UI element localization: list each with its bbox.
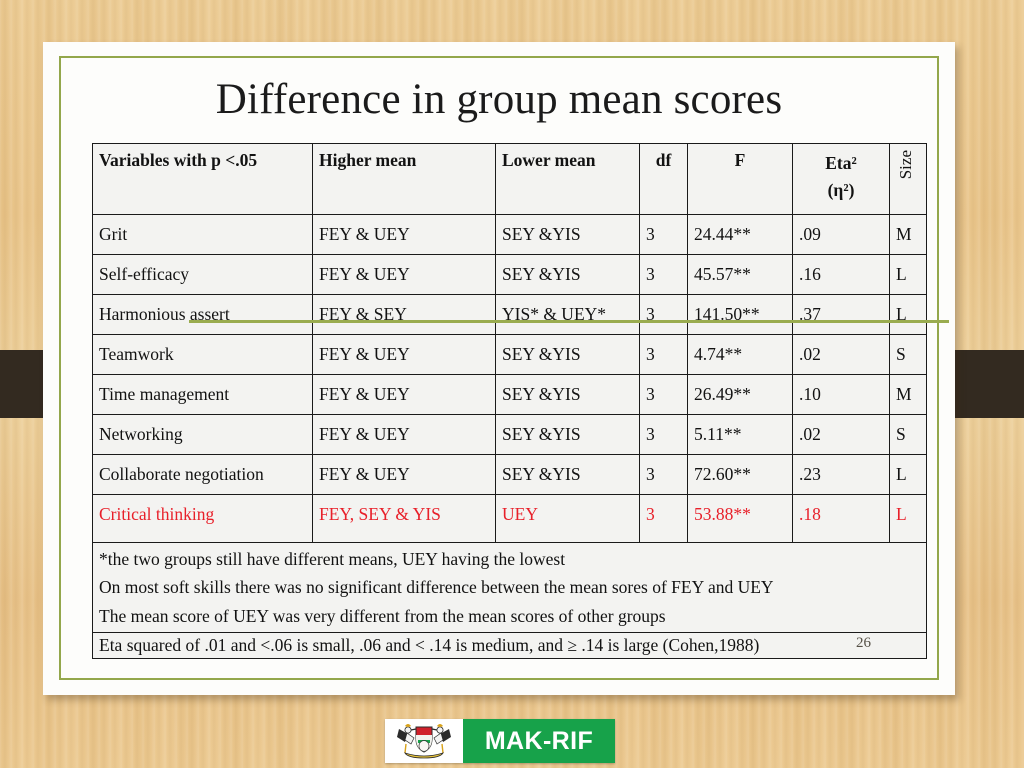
cell-size: M	[889, 214, 927, 255]
note-line: The mean score of UEY was very different…	[99, 605, 666, 626]
cell-eta: .23	[792, 454, 890, 495]
cell-df: 3	[639, 374, 688, 415]
score-table-container: Variables with p <.05 Higher mean Lower …	[92, 143, 949, 660]
cell-higher-mean: FEY & UEY	[312, 254, 496, 295]
cell-size: L	[889, 294, 927, 335]
cell-higher-mean: FEY & SEY	[312, 294, 496, 335]
cell-eta: .18	[792, 494, 890, 543]
note-line: *the two groups still have different mea…	[99, 549, 566, 569]
table-header: Variables with p <.05 Higher mean Lower …	[92, 143, 927, 215]
column-header-variables: Variables with p <.05	[92, 143, 313, 215]
table-row: Collaborate negotiation FEY & UEY SEY &YIS…	[92, 454, 927, 495]
cell-f: 24.44**	[687, 214, 793, 255]
column-header-eta-squared: Eta² (η²)	[792, 143, 890, 215]
table-row: Grit FEY & UEY SEY &YIS 3 24.44** .09 M	[92, 214, 927, 255]
column-header-size: Size	[889, 143, 927, 215]
column-header-f: F	[687, 143, 793, 215]
cell-f: 72.60**	[687, 454, 793, 495]
column-header-higher-mean: Higher mean	[312, 143, 496, 215]
cell-variable: Critical thinking	[92, 494, 313, 543]
cell-lower-mean: SEY &YIS	[495, 334, 640, 375]
cell-eta: .02	[792, 334, 890, 375]
cell-f: 5.11**	[687, 414, 793, 455]
table-notes: *the two groups still have different mea…	[92, 541, 927, 634]
table-footnote: Eta squared of .01 and <.06 is small, .0…	[92, 632, 927, 660]
eta-label-line1: Eta²	[825, 153, 857, 173]
eta-label-line2: (η²)	[827, 180, 855, 201]
cell-lower-mean: UEY	[495, 494, 640, 543]
cell-size: L	[889, 494, 927, 543]
group-mean-scores-table: Variables with p <.05 Higher mean Lower …	[92, 143, 927, 660]
cell-higher-mean: FEY & UEY	[312, 454, 496, 495]
cell-size: S	[889, 334, 927, 375]
size-label-rotated: Size	[896, 150, 915, 180]
table-row: Networking FEY & UEY SEY &YIS 3 5.11** .02 S	[92, 414, 927, 455]
makerere-crest-icon	[385, 719, 463, 763]
cell-variable: Time management	[92, 374, 313, 415]
cell-eta: .16	[792, 254, 890, 295]
cell-lower-mean: YIS* & UEY*	[495, 294, 640, 335]
cell-df: 3	[639, 214, 688, 255]
makrif-logo-bar: MAK-RIF	[385, 719, 615, 763]
slide-card: Difference in group mean scores Variable…	[43, 42, 955, 695]
cell-eta: .37	[792, 294, 890, 335]
slide-inner-border: Difference in group mean scores Variable…	[59, 56, 949, 680]
column-header-df: df	[639, 143, 688, 215]
cell-eta: .09	[792, 214, 890, 255]
cell-size: L	[889, 254, 927, 295]
table-row: Teamwork FEY & UEY SEY &YIS 3 4.74** .02 S	[92, 334, 927, 375]
cell-size: L	[889, 454, 927, 495]
cell-size: S	[889, 414, 927, 455]
cell-lower-mean: SEY &YIS	[495, 254, 640, 295]
cell-df: 3	[639, 334, 688, 375]
cell-f: 45.57**	[687, 254, 793, 295]
cell-lower-mean: SEY &YIS	[495, 454, 640, 495]
cell-f: 26.49**	[687, 374, 793, 415]
cell-lower-mean: SEY &YIS	[495, 214, 640, 255]
page-title: Difference in group mean scores	[215, 76, 783, 123]
cell-higher-mean: FEY & UEY	[312, 414, 496, 455]
cell-eta: .02	[792, 414, 890, 455]
table-notes-row: *the two groups still have different mea…	[92, 541, 927, 634]
cell-higher-mean: FEY & UEY	[312, 374, 496, 415]
cell-lower-mean: SEY &YIS	[495, 374, 640, 415]
cell-variable: Collaborate negotiation	[92, 454, 313, 495]
cell-f: 4.74**	[687, 334, 793, 375]
cell-eta: .10	[792, 374, 890, 415]
cell-variable: Networking	[92, 414, 313, 455]
makrif-label: MAK-RIF	[484, 726, 594, 755]
cell-variable: Teamwork	[92, 334, 313, 375]
table-row: Harmonious assert FEY & SEY YIS* & UEY* 3 14…	[92, 294, 927, 335]
cell-variable: Grit	[92, 214, 313, 255]
cell-size: M	[889, 374, 927, 415]
table-footnote-row: Eta squared of .01 and <.06 is small, .0…	[92, 632, 927, 660]
cell-df: 3	[639, 414, 688, 455]
note-line: On most soft skills there was no signifi…	[99, 577, 774, 598]
makrif-label-box: MAK-RIF	[463, 719, 615, 763]
cell-df: 3	[639, 454, 688, 495]
cell-higher-mean: FEY & UEY	[312, 214, 496, 255]
column-header-lower-mean: Lower mean	[495, 143, 640, 215]
olive-highlight-rule	[189, 320, 949, 323]
table-row: Time management FEY & UEY SEY &YIS 3 26.49**…	[92, 374, 927, 415]
cell-f: 141.50**	[687, 294, 793, 335]
cell-df: 3	[639, 254, 688, 295]
cell-variable: Harmonious assert	[92, 294, 313, 335]
table-header-row: Variables with p <.05 Higher mean Lower …	[92, 143, 927, 215]
table-row: Self-efficacy FEY & UEY SEY &YIS 3 45.57** .1…	[92, 254, 927, 295]
table-row: Critical thinking FEY, SEY & YIS UEY 3 53.88…	[92, 494, 927, 543]
cell-variable: Self-efficacy	[92, 254, 313, 295]
cell-higher-mean: FEY & UEY	[312, 334, 496, 375]
cell-lower-mean: SEY &YIS	[495, 414, 640, 455]
table-body: Grit FEY & UEY SEY &YIS 3 24.44** .09 M Self-ef…	[92, 214, 927, 660]
cell-df: 3	[639, 494, 688, 543]
cell-f: 53.88**	[687, 494, 793, 543]
cell-df: 3	[639, 294, 688, 335]
slide-number: 26	[856, 635, 871, 651]
cell-higher-mean: FEY, SEY & YIS	[312, 494, 496, 543]
